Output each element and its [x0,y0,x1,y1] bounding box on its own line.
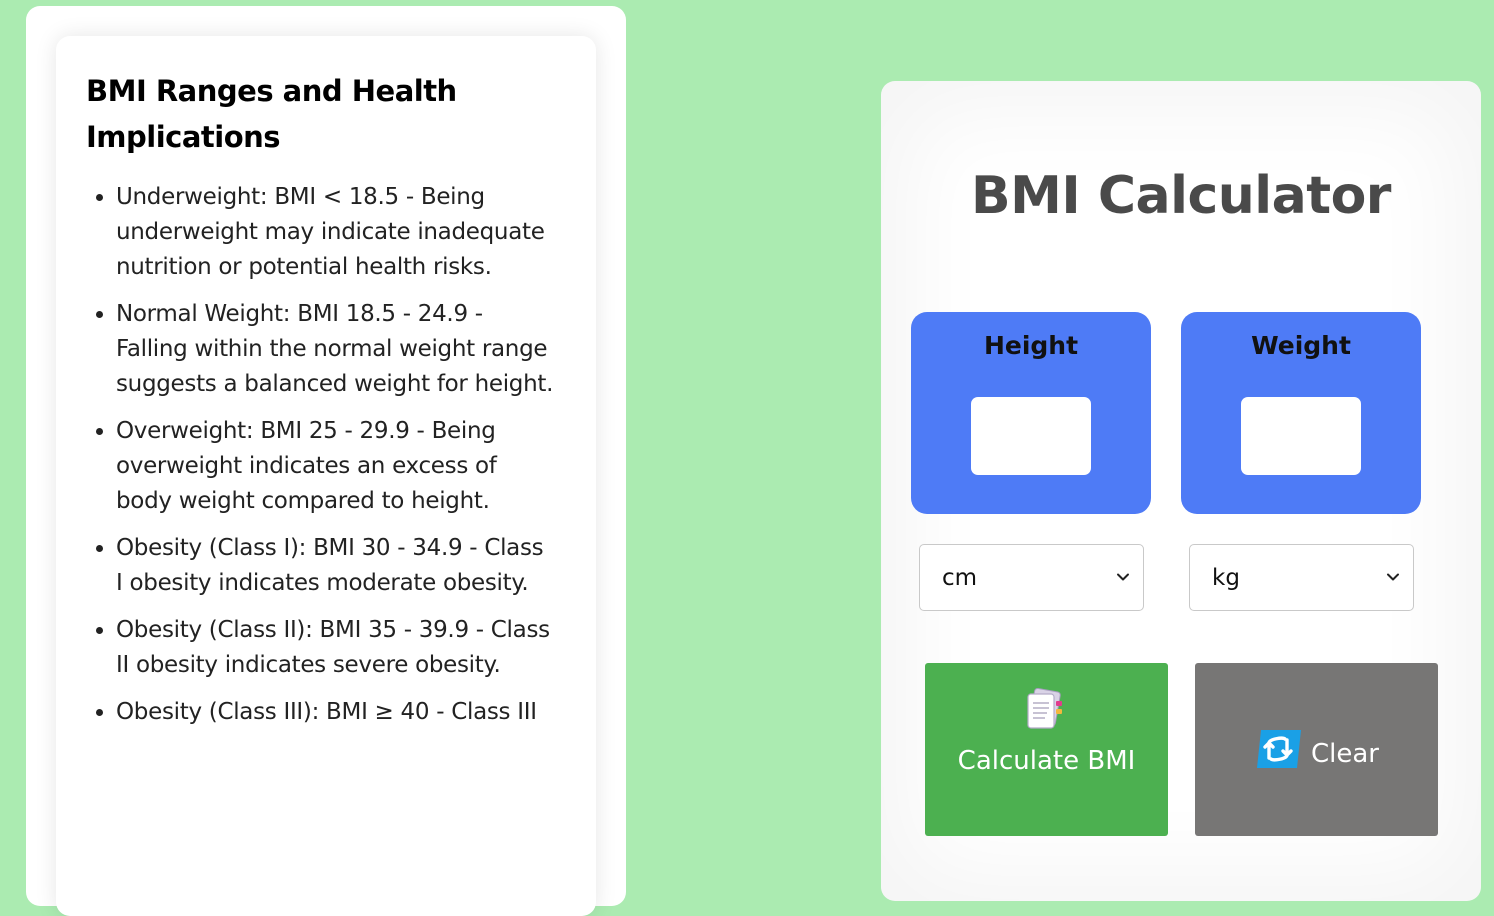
weight-box: Weight [1181,312,1421,514]
info-card: BMI Ranges and Health Implications Under… [56,36,596,916]
list-item-normal-weight: Normal Weight: BMI 18.5 - 24.9 - Falling… [116,297,556,402]
list-item-underweight: Underweight: BMI < 18.5 - Being underwei… [116,180,556,285]
calculate-bmi-button[interactable]: Calculate BMI [925,663,1168,836]
weight-unit-value: kg [1212,565,1240,591]
refresh-icon [1257,730,1301,768]
chevron-down-icon [1117,573,1129,581]
weight-label: Weight [1251,331,1351,360]
calculator-title: BMI Calculator [971,166,1391,226]
info-title: BMI Ranges and Health Implications [86,74,457,154]
list-item-obesity-class-2: Obesity (Class II): BMI 35 - 39.9 - Clas… [116,613,556,683]
height-box: Height [911,312,1151,514]
height-input[interactable] [971,397,1091,475]
calculate-button-label: Calculate BMI [957,746,1136,776]
weight-unit-select[interactable]: kg [1189,544,1414,611]
list-item-obesity-class-3: Obesity (Class III): BMI ≥ 40 - Class II… [116,695,556,730]
height-unit-value: cm [942,565,978,591]
document-notes-icon [1027,687,1062,729]
height-label: Height [983,331,1079,360]
clear-button[interactable]: Clear [1195,663,1438,836]
height-unit-select[interactable]: cm [919,544,1144,611]
chevron-down-icon [1387,573,1399,581]
clear-button-label: Clear [1311,739,1379,769]
bmi-calculator: BMI Calculator Height Weight cm kg Calcu… [881,81,1481,901]
list-item-obesity-class-1: Obesity (Class I): BMI 30 - 34.9 - Class… [116,531,556,601]
weight-input[interactable] [1241,397,1361,475]
list-item-overweight: Overweight: BMI 25 - 29.9 - Being overwe… [116,414,556,519]
bmi-ranges-list: Underweight: BMI < 18.5 - Being underwei… [86,180,556,742]
info-panel: BMI Ranges and Health Implications Under… [26,6,626,916]
